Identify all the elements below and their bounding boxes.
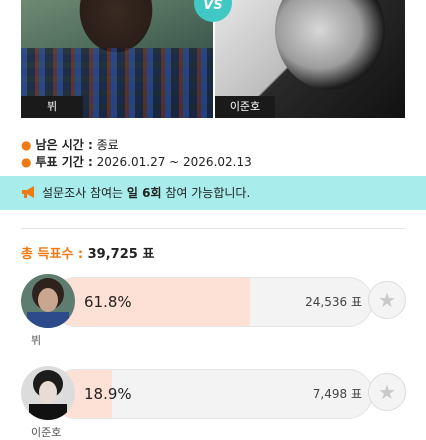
result-candidate-name: 뷔 xyxy=(31,334,42,347)
remaining-time-line: ● 남은 시간 : 종료 xyxy=(21,136,119,153)
star-vote-button[interactable]: ★ xyxy=(368,281,406,319)
vote-period-line: ● 투표 기간 : 2026.01.27 ~ 2026.02.13 xyxy=(21,153,252,170)
bullet-icon: ● xyxy=(21,138,32,152)
notice-text-before: 설문조사 참여는 xyxy=(42,186,127,200)
star-vote-button[interactable]: ★ xyxy=(368,373,406,411)
photo-figure xyxy=(275,0,385,90)
result-row: 18.9% 7,498 표 ★ 이준호 xyxy=(21,366,426,439)
result-bar-fill xyxy=(52,278,250,326)
result-bar: 18.9% 7,498 표 xyxy=(51,369,373,419)
total-votes-label: 총 득표수 : xyxy=(21,247,84,262)
remaining-time-label: 남은 시간 : xyxy=(35,138,93,152)
avatar xyxy=(21,366,75,420)
candidate-name-left: 뷔 xyxy=(21,96,83,118)
notice-text-bold: 일 6회 xyxy=(126,186,162,200)
total-votes: 총 득표수 : 39,725 표 xyxy=(21,243,154,262)
avatar xyxy=(21,274,75,328)
vote-period-label: 투표 기간 : xyxy=(35,155,93,169)
megaphone-icon xyxy=(21,176,37,210)
bullet-icon: ● xyxy=(21,155,32,169)
candidate-photo-left[interactable]: 뷔 xyxy=(21,0,213,118)
total-votes-value: 39,725 표 xyxy=(87,247,155,262)
remaining-time-value: 종료 xyxy=(96,138,119,152)
vote-period-value: 2026.01.27 ~ 2026.02.13 xyxy=(96,155,252,169)
result-percent: 61.8% xyxy=(84,293,132,311)
notice-text-after: 참여 가능합니다. xyxy=(161,186,251,200)
candidate-name-right: 이준호 xyxy=(215,96,275,118)
notice-banner: 설문조사 참여는 일 6회 참여 가능합니다. xyxy=(0,176,426,210)
notice-text: 설문조사 참여는 일 6회 참여 가능합니다. xyxy=(42,176,250,210)
divider xyxy=(21,228,405,229)
result-bar: 61.8% 24,536 표 xyxy=(51,277,373,327)
result-candidate-name: 이준호 xyxy=(31,426,62,439)
result-percent: 18.9% xyxy=(84,385,132,403)
result-votes: 24,536 표 xyxy=(305,295,362,309)
candidate-photo-right[interactable]: 이준호 xyxy=(215,0,405,118)
result-row: 61.8% 24,536 표 ★ 뷔 xyxy=(21,274,426,347)
result-votes: 7,498 표 xyxy=(312,387,362,401)
